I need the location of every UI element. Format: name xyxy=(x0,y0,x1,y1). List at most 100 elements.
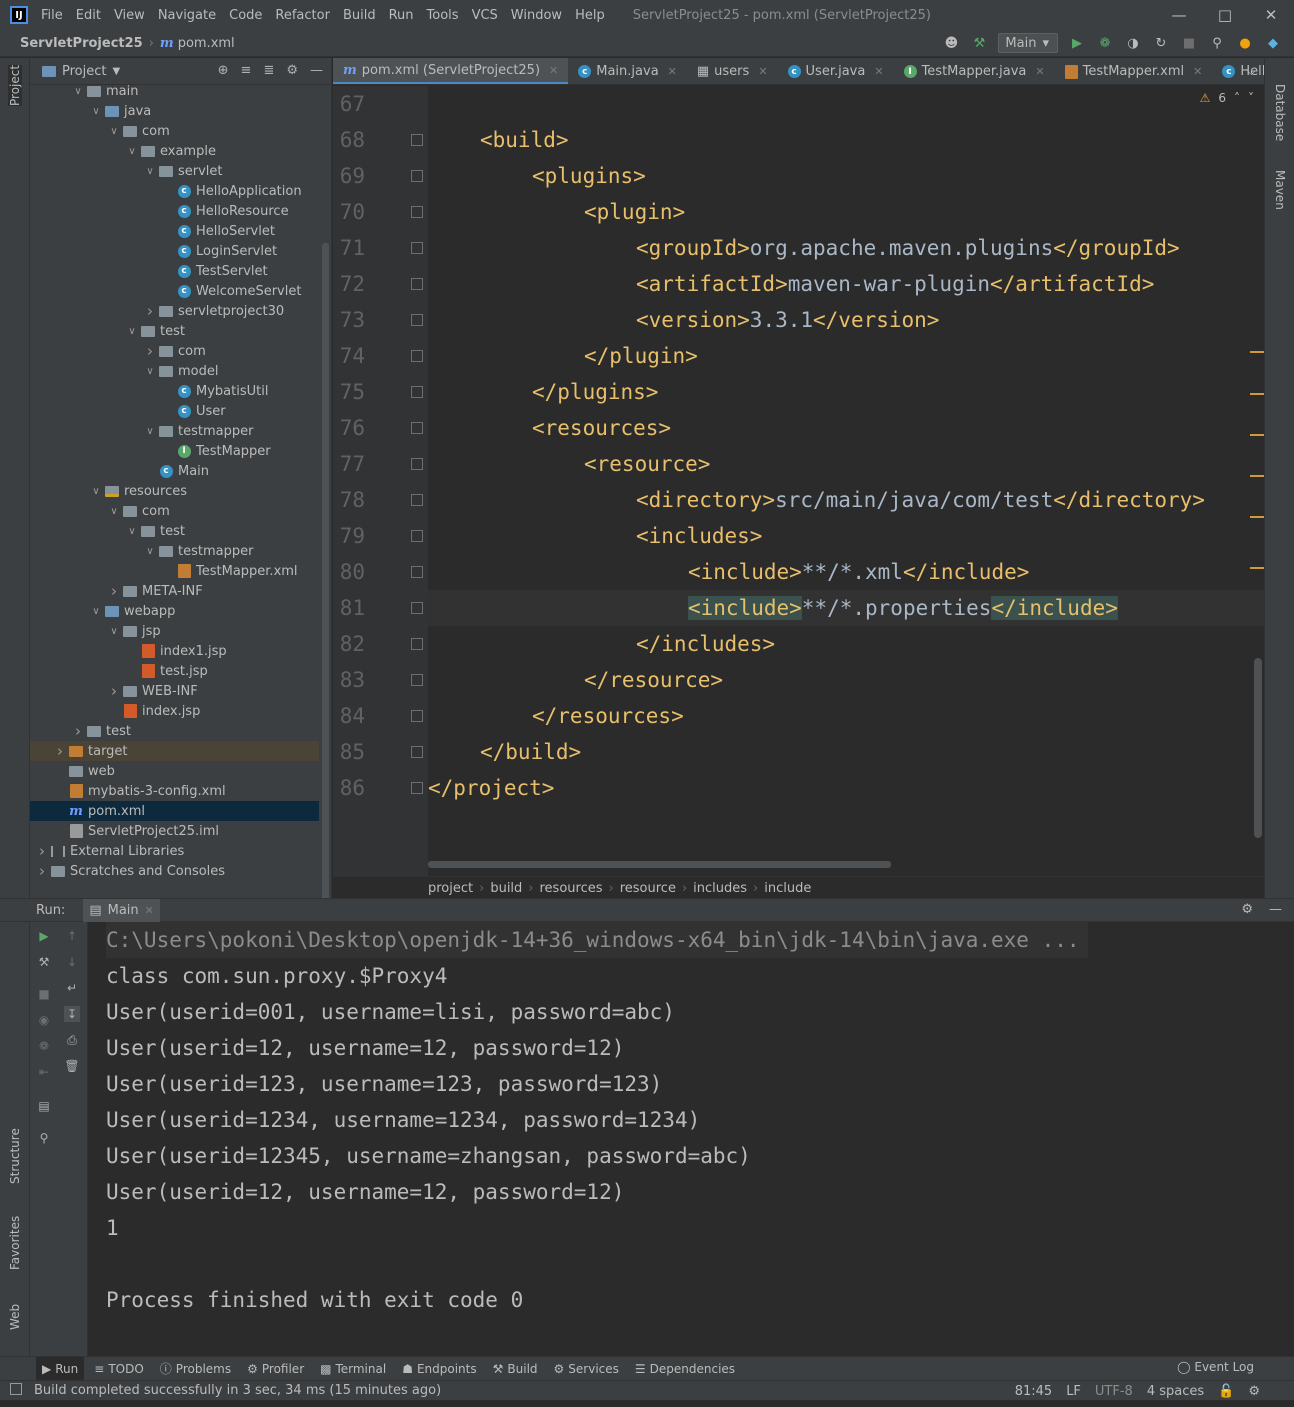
fold-marker-icon[interactable] xyxy=(411,170,423,182)
wrench-icon[interactable]: ⚒ xyxy=(36,954,52,970)
tree-item[interactable]: web xyxy=(30,761,319,781)
fold-marker-icon[interactable] xyxy=(411,494,423,506)
project-scrollbar[interactable] xyxy=(322,243,329,898)
tree-item[interactable]: c HelloServlet xyxy=(30,221,319,241)
warning-marker[interactable] xyxy=(1250,567,1264,569)
database-tool-button[interactable]: Database xyxy=(1273,84,1287,141)
chevron-down-icon[interactable]: ∨ xyxy=(106,506,122,517)
chevron-down-icon[interactable]: ∨ xyxy=(88,486,104,497)
tool-services[interactable]: ⚙ Services xyxy=(548,1357,625,1381)
tree-item[interactable]: › test xyxy=(30,721,319,741)
nav-file[interactable]: pom.xml xyxy=(178,36,235,51)
arrow-up-icon[interactable]: ↑ xyxy=(64,928,80,944)
menu-edit[interactable]: Edit xyxy=(71,8,109,23)
breadcrumb-item[interactable]: include xyxy=(764,881,811,896)
locate-icon[interactable]: ⊕ xyxy=(218,63,229,78)
chevron-down-icon[interactable]: ∨ xyxy=(142,426,158,437)
camera-icon[interactable]: ◉ xyxy=(36,1012,52,1028)
user-icon[interactable]: ☻ xyxy=(942,34,960,52)
tree-item[interactable]: ∨ test xyxy=(30,321,319,341)
tree-item[interactable]: ∨ main xyxy=(30,81,319,101)
menu-code[interactable]: Code xyxy=(224,8,270,23)
close-icon[interactable]: ✕ xyxy=(668,65,677,78)
warning-marker[interactable] xyxy=(1250,516,1264,518)
hide-icon[interactable]: — xyxy=(310,63,323,78)
fold-marker-icon[interactable] xyxy=(411,782,423,794)
menu-view[interactable]: View xyxy=(109,8,153,23)
menu-build[interactable]: Build xyxy=(338,8,384,23)
tool-dependencies[interactable]: ☰ Dependencies xyxy=(629,1357,741,1381)
breadcrumb-item[interactable]: project xyxy=(428,881,473,896)
tree-item[interactable]: ∨ test xyxy=(30,521,319,541)
tree-item[interactable]: ∨ java xyxy=(30,101,319,121)
chevron-down-icon[interactable]: ∨ xyxy=(106,626,122,637)
warning-marker[interactable] xyxy=(1250,475,1264,477)
tool-run[interactable]: ▶ Run xyxy=(36,1356,85,1381)
editor-tab[interactable]: cHelloServlet.ja✕ xyxy=(1212,58,1264,84)
tree-item[interactable]: I TestMapper xyxy=(30,441,319,461)
tree-item[interactable]: ∨ testmapper xyxy=(30,421,319,441)
breadcrumb-item[interactable]: resource xyxy=(620,881,676,896)
chevron-down-icon[interactable]: ▼ xyxy=(112,66,120,77)
run-config-select[interactable]: Main ▾ xyxy=(998,33,1058,53)
file-encoding[interactable]: UTF-8 xyxy=(1095,1384,1133,1399)
structure-tool-button[interactable]: Structure xyxy=(8,1128,22,1184)
tree-item[interactable]: c MybatisUtil xyxy=(30,381,319,401)
tool-todo[interactable]: ≡ TODO xyxy=(88,1357,150,1381)
bug-icon[interactable]: ❁ xyxy=(36,1038,52,1054)
minimize-button[interactable]: — xyxy=(1156,0,1202,30)
fold-marker-icon[interactable] xyxy=(411,242,423,254)
tree-item[interactable]: ∨ model xyxy=(30,361,319,381)
layout-icon[interactable]: ▤ xyxy=(36,1098,52,1114)
menu-navigate[interactable]: Navigate xyxy=(153,8,224,23)
close-icon[interactable]: ✕ xyxy=(874,65,883,78)
fold-marker-icon[interactable] xyxy=(411,278,423,290)
tree-item[interactable]: c LoginServlet xyxy=(30,241,319,261)
project-tool-button[interactable]: Project xyxy=(8,64,22,106)
close-icon[interactable]: ✕ xyxy=(1193,65,1202,78)
fold-marker-icon[interactable] xyxy=(411,602,423,614)
chevron-down-icon[interactable]: ∨ xyxy=(106,126,122,137)
rerun-icon[interactable]: ▶ xyxy=(36,928,52,944)
tree-item[interactable]: TestMapper.xml xyxy=(30,561,319,581)
close-icon[interactable]: ✕ xyxy=(145,904,154,917)
tool-problems[interactable]: ⓘ Problems xyxy=(154,1357,237,1381)
menu-vcs[interactable]: VCS xyxy=(467,8,506,23)
fold-marker-icon[interactable] xyxy=(411,386,423,398)
tree-item[interactable]: › com xyxy=(30,341,319,361)
tree-item[interactable]: m pom.xml xyxy=(30,801,319,821)
maximize-button[interactable]: □ xyxy=(1202,0,1248,30)
tool-profiler[interactable]: ⚙ Profiler xyxy=(241,1357,310,1381)
fold-marker-icon[interactable] xyxy=(411,638,423,650)
expand-all-icon[interactable]: ≡ xyxy=(241,63,252,78)
pin-icon[interactable]: ⚲ xyxy=(36,1130,52,1146)
stop-icon[interactable]: ■ xyxy=(36,986,52,1002)
collapse-all-icon[interactable]: ≣ xyxy=(263,63,274,78)
chevron-down-icon[interactable]: ∨ xyxy=(142,166,158,177)
inspector-icon[interactable]: ⚙ xyxy=(1248,1384,1260,1399)
code-view[interactable]: 67 68 <build> 69 <plugins> 70 <plugin> 71 <group… xyxy=(333,86,1264,876)
tool-endpoints[interactable]: ☗ Endpoints xyxy=(396,1357,482,1381)
gear-icon[interactable]: ⚙ xyxy=(1241,902,1253,917)
editor-horizontal-scrollbar[interactable] xyxy=(428,861,891,868)
chevron-right-icon[interactable]: › xyxy=(142,302,158,320)
run-icon[interactable]: ▶ xyxy=(1068,34,1086,52)
lock-icon[interactable]: 🔓 xyxy=(1218,1384,1234,1399)
tree-item[interactable]: index.jsp xyxy=(30,701,319,721)
hide-icon[interactable]: — xyxy=(1269,902,1282,917)
fold-marker-icon[interactable] xyxy=(411,134,423,146)
tree-item[interactable]: index1.jsp xyxy=(30,641,319,661)
chevron-down-icon[interactable]: ⌵ xyxy=(1247,64,1256,79)
chevron-down-icon[interactable]: ∨ xyxy=(124,146,140,157)
menu-run[interactable]: Run xyxy=(384,8,422,23)
tree-item[interactable]: ∨ servlet xyxy=(30,161,319,181)
menu-file[interactable]: File xyxy=(36,8,71,23)
fold-marker-icon[interactable] xyxy=(411,206,423,218)
chevron-right-icon[interactable]: › xyxy=(106,682,122,700)
tree-item[interactable]: c WelcomeServlet xyxy=(30,281,319,301)
tree-item[interactable]: › WEB-INF xyxy=(30,681,319,701)
chevron-right-icon[interactable]: › xyxy=(52,742,68,760)
tree-item[interactable]: ∨ testmapper xyxy=(30,541,319,561)
tree-item[interactable]: c TestServlet xyxy=(30,261,319,281)
event-log-button[interactable]: ◯ Event Log xyxy=(1177,1360,1254,1374)
